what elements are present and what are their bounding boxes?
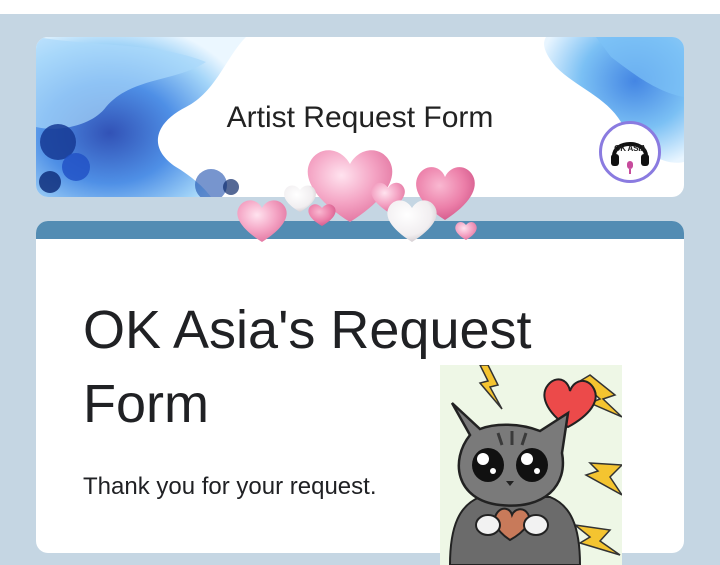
cat-sticker — [440, 365, 622, 565]
ok-asia-logo-icon: OK ASIA — [599, 121, 661, 183]
form-description: Thank you for your request. — [83, 473, 377, 500]
logo-label: OK ASIA — [614, 144, 646, 153]
microphone-icon — [627, 161, 633, 174]
hearts-decoration — [237, 150, 477, 242]
top-strip — [0, 0, 720, 14]
